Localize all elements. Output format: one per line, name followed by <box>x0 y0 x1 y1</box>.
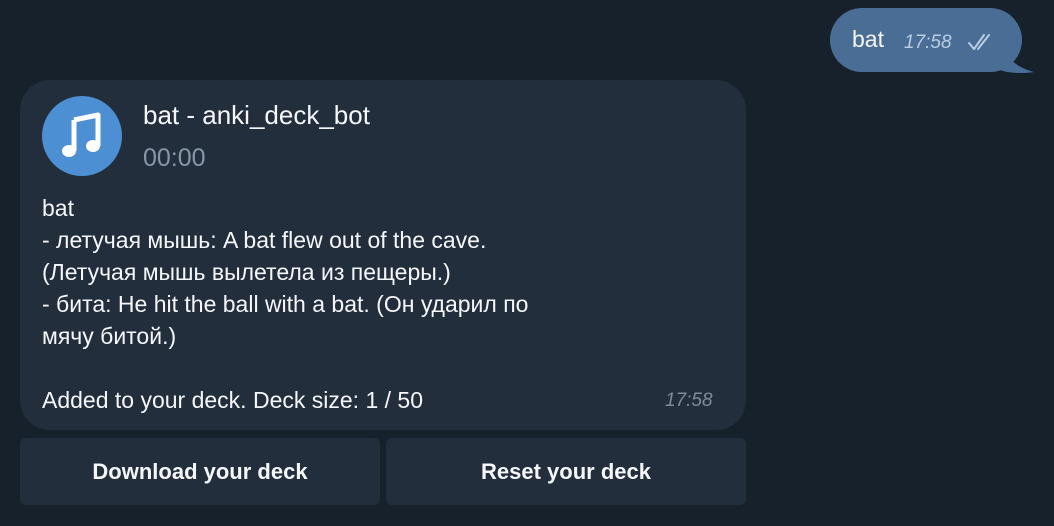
message-line: Added to your deck. Deck size: 1 / 50 <box>42 387 423 413</box>
outgoing-message-text: bat <box>852 26 884 52</box>
message-line: (Летучая мышь вылетела из пещеры.) <box>42 259 451 285</box>
message-line: - летучая мышь: A bat flew out of the ca… <box>42 227 487 253</box>
incoming-message-text: bat - летучая мышь: A bat flew out of th… <box>42 192 682 416</box>
double-check-icon <box>968 34 990 50</box>
audio-title: bat - anki_deck_bot <box>143 100 370 130</box>
outgoing-message-bubble[interactable]: bat 17:58 <box>830 8 1022 72</box>
audio-play-button[interactable] <box>42 96 122 176</box>
message-line: мячу битой.) <box>42 323 177 349</box>
outgoing-message-time: 17:58 <box>904 32 952 53</box>
download-deck-button[interactable]: Download your deck <box>20 438 380 505</box>
music-note-icon <box>62 112 101 157</box>
chat-area: bat 17:58 bat - anki_deck_bot 00:00 bat … <box>0 0 1054 526</box>
message-line: - бита: He hit the ball with a bat. (Он … <box>42 291 529 317</box>
message-line: bat <box>42 195 74 221</box>
audio-duration: 00:00 <box>143 144 206 172</box>
incoming-message-bubble: bat - anki_deck_bot 00:00 bat - летучая … <box>20 80 746 430</box>
message-line-blank <box>42 352 682 384</box>
incoming-message-time: 17:58 <box>665 390 713 411</box>
reset-deck-button[interactable]: Reset your deck <box>386 438 746 505</box>
